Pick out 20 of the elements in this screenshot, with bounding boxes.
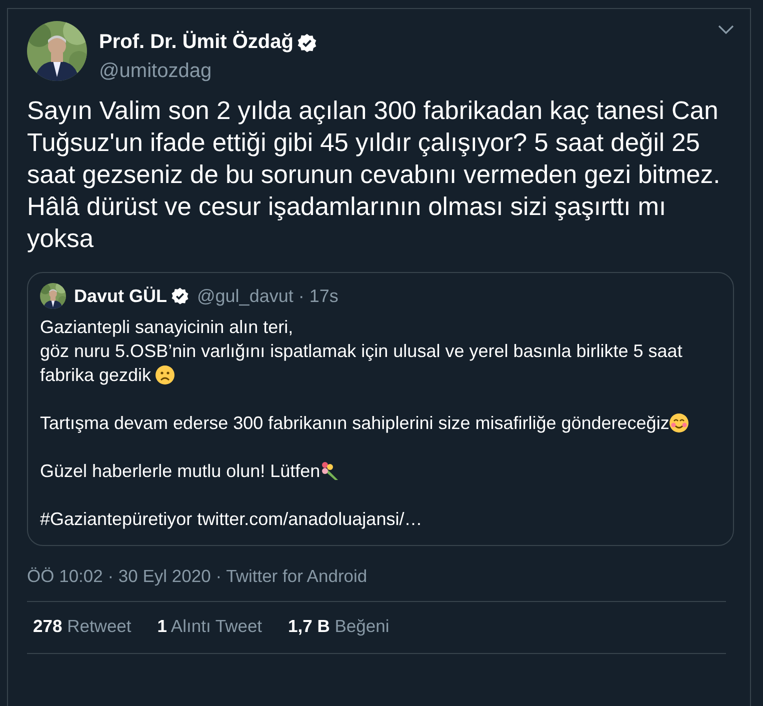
frowning-face-icon	[155, 365, 176, 385]
quoted-tweet-text: #Gaziantepüretiyor twitter.com/anadoluajansi/…	[40, 509, 422, 529]
quoted-tweet-card[interactable]	[27, 272, 734, 546]
smiling-face-icon	[669, 413, 690, 433]
tweet-stat[interactable]: 278 Retweet	[33, 616, 132, 637]
quoted-tweet-text: göz nuru 5.OSB’nin varlığını ispatlamak için ulusal ve yerel basınla birlikte 5 saat	[40, 341, 682, 361]
tweet-timestamp[interactable]: ÖÖ 10:02 · 30 Eyl 2020 · Twitter for Android	[27, 566, 368, 586]
quoted-tweet-text: Tartışma devam ederse 300 fabrikanın sahiplerini size misafirliğe göndereceğiz	[40, 413, 670, 433]
tweet-stat[interactable]: 1 Alıntı Tweet	[157, 616, 262, 637]
flower-bouquet-icon	[320, 461, 340, 481]
tweet-stat[interactable]: 1,7 B Beğeni	[288, 616, 390, 637]
author-name[interactable]: Prof. Dr. Ümit Özdağ	[99, 31, 294, 54]
quoted-tweet-text: Güzel haberlerle mutlu olun! Lütfen	[40, 461, 320, 481]
chevron-down-icon[interactable]	[718, 25, 734, 35]
quoted-author-name: Davut GÜL	[74, 286, 168, 306]
quoted-tweet-text: Gaziantepli sanayicinin alın teri,	[40, 317, 294, 337]
tweet-text: Sayın Valim son 2 yılda açılan 300 fabrikadan kaç tanesi Can Tuğsuz'un ifade ettiği gibi 45 yıldır çalışıyor? 5 saat değil 25 saat gezseniz de bu sorunun cevabını vermeden gezi bitmez. Hâlâ dürüst ve cesur işadamlarının olması sizi şaşırttı mı yoksa	[27, 96, 722, 255]
author-handle[interactable]: @umitozdag	[99, 60, 706, 83]
quoted-author-meta: @gul_davut · 17s	[197, 286, 338, 306]
quoted-tweet-text: fabrika gezdik	[40, 365, 152, 385]
